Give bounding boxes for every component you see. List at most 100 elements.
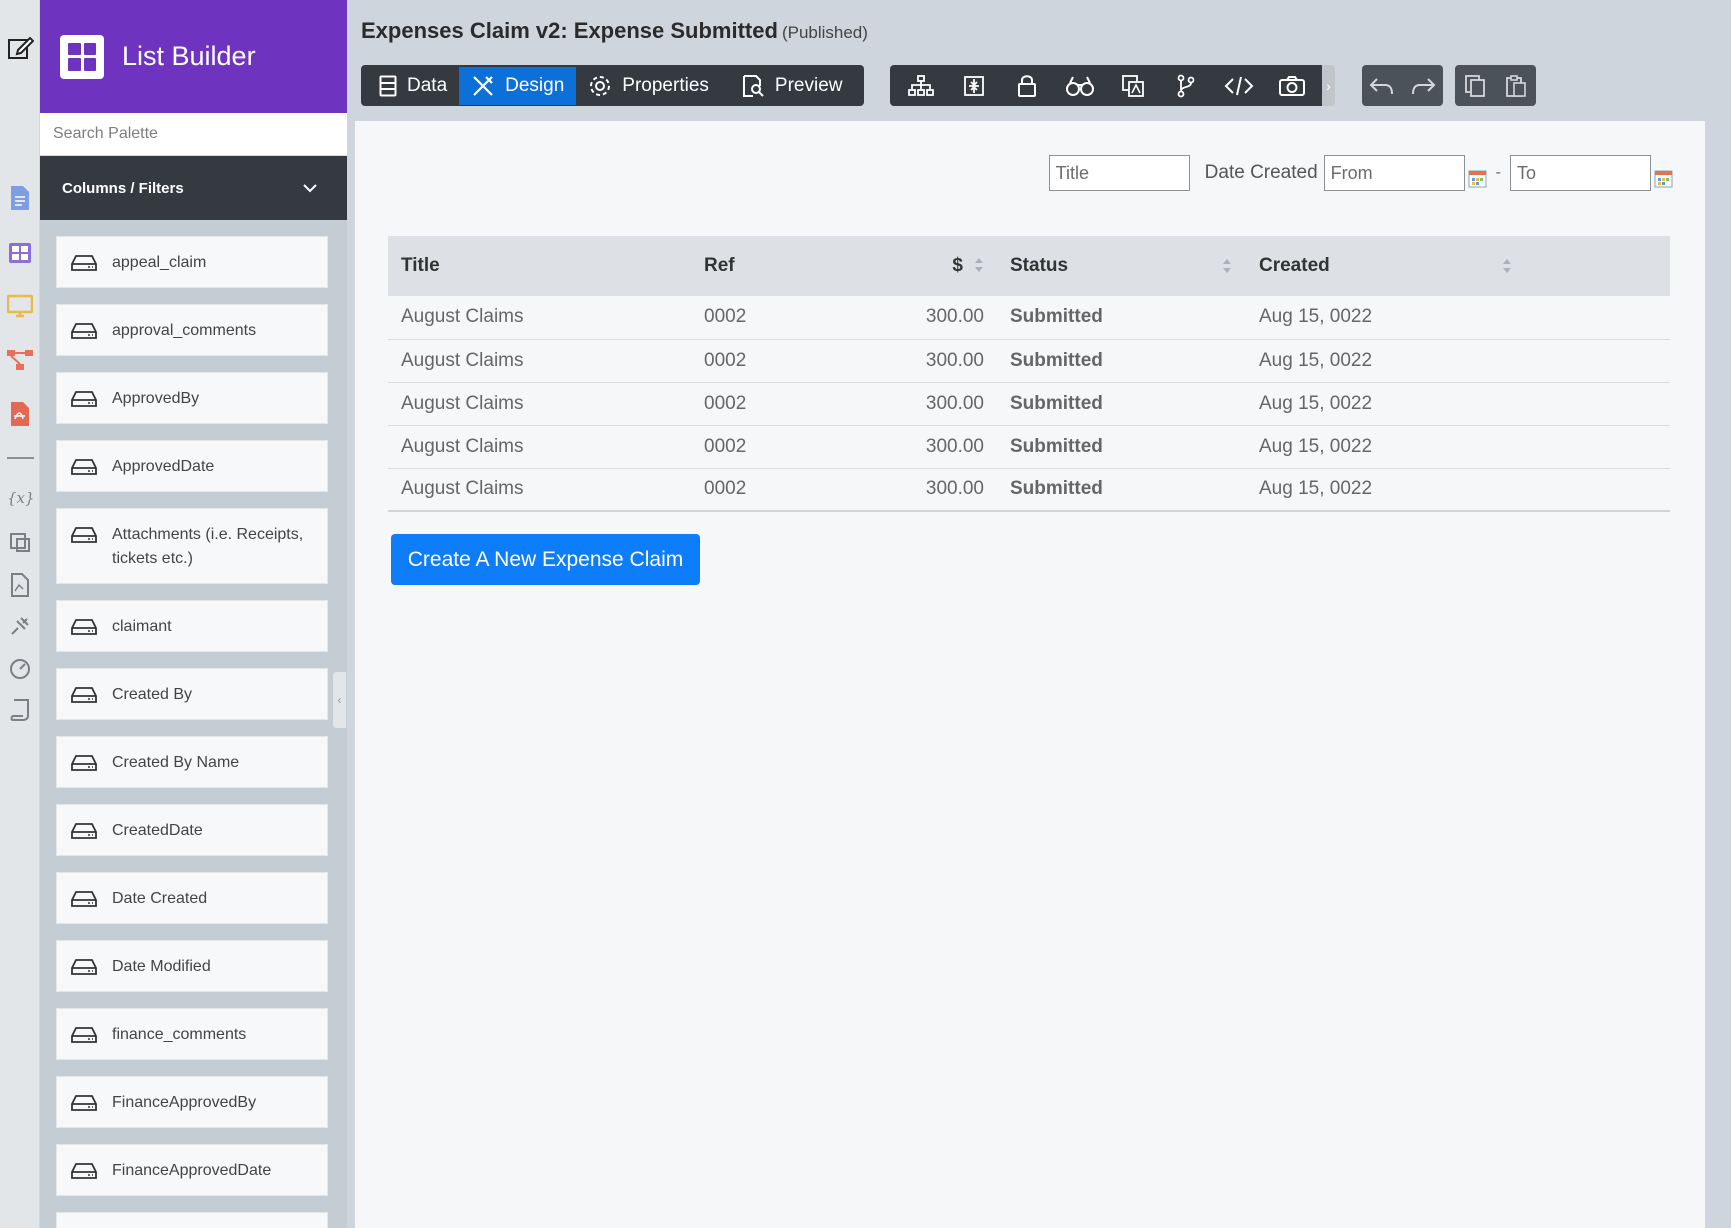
table-row[interactable]: August Claims 0002 300.00 Submitted Aug … xyxy=(388,296,1670,340)
title-filter-input[interactable] xyxy=(1048,155,1190,191)
palette-item-label: ApprovedBy xyxy=(112,390,200,407)
table-row[interactable]: August Claims 0002 300.00 Submitted Aug … xyxy=(388,468,1670,512)
chevron-right-icon[interactable]: › xyxy=(1322,65,1335,106)
palette-search-input[interactable] xyxy=(53,125,313,143)
grid-icon[interactable] xyxy=(6,239,34,267)
pdf-icon[interactable] xyxy=(6,400,34,428)
cell-ref: 0002 xyxy=(691,339,856,383)
binoculars-icon[interactable] xyxy=(1062,68,1098,104)
palette-item[interactable]: Created By xyxy=(56,668,328,720)
palette-item[interactable]: Attachments (i.e. Receipts, tickets etc.… xyxy=(56,508,328,584)
palette-item[interactable]: ID xyxy=(56,1212,328,1228)
palette-item[interactable]: FinanceApprovedDate xyxy=(56,1144,328,1196)
date-from-input[interactable] xyxy=(1323,155,1465,191)
table-row[interactable]: August Claims 0002 300.00 Submitted Aug … xyxy=(388,339,1670,383)
calendar-icon[interactable] xyxy=(1654,169,1673,188)
palette-item[interactable]: Date Created xyxy=(56,872,328,924)
column-header-amount[interactable]: $ xyxy=(856,236,997,296)
tab-label: Preview xyxy=(774,74,843,96)
rail-divider xyxy=(7,457,34,459)
image-translate-icon[interactable] xyxy=(6,528,34,556)
branch-icon[interactable] xyxy=(1168,68,1204,104)
field-drive-icon xyxy=(71,455,101,479)
columns-filters-section[interactable]: Columns / Filters xyxy=(40,156,347,220)
palette-item[interactable]: CreatedDate xyxy=(56,804,328,856)
table-row[interactable]: August Claims 0002 300.00 Submitted Aug … xyxy=(388,425,1670,469)
palette-item[interactable]: Created By Name xyxy=(56,736,328,788)
plugin-icon[interactable] xyxy=(6,612,34,640)
palette-item[interactable]: ApprovedBy xyxy=(56,372,328,424)
palette-item[interactable]: FinanceApprovedBy xyxy=(56,1076,328,1128)
copy-icon[interactable] xyxy=(1457,68,1493,104)
table-row[interactable]: August Claims 0002 300.00 Submitted Aug … xyxy=(388,382,1670,426)
chevron-left-icon: ‹ xyxy=(337,693,342,707)
code-icon[interactable] xyxy=(1221,68,1257,104)
palette-item[interactable]: Date Modified xyxy=(56,940,328,992)
hierarchy-icon[interactable] xyxy=(903,68,939,104)
translate-icon[interactable] xyxy=(1115,68,1151,104)
edit-icon[interactable] xyxy=(6,34,34,62)
monitor-icon[interactable] xyxy=(6,292,34,320)
palette-item[interactable]: finance_comments xyxy=(56,1008,328,1060)
tab-design[interactable]: Design xyxy=(459,66,577,105)
cell-amount: 300.00 xyxy=(856,425,997,469)
status-badge: Submitted xyxy=(997,382,1246,426)
palette-item-label: Date Created xyxy=(112,890,208,907)
palette-item[interactable]: approval_comments xyxy=(56,304,328,356)
date-to-input[interactable] xyxy=(1510,155,1651,191)
undo-icon[interactable] xyxy=(1364,68,1400,104)
column-header-title[interactable]: Title xyxy=(388,236,691,296)
calendar-icon[interactable] xyxy=(1468,169,1487,188)
cell-ref: 0002 xyxy=(691,296,856,340)
tab-preview[interactable]: Preview xyxy=(721,67,855,105)
camera-icon[interactable] xyxy=(1274,68,1310,104)
compress-icon[interactable] xyxy=(956,68,992,104)
redo-icon[interactable] xyxy=(1405,68,1441,104)
column-header-created[interactable]: Created xyxy=(1246,236,1670,296)
document-icon[interactable] xyxy=(6,184,34,212)
cell-amount: 300.00 xyxy=(856,296,997,340)
palette-header: List Builder xyxy=(40,0,347,113)
cell-created: Aug 15, 0022 xyxy=(1246,339,1670,383)
preview-search-icon xyxy=(741,74,765,98)
status-badge: Submitted xyxy=(997,296,1246,340)
sort-icon[interactable] xyxy=(1223,259,1232,273)
column-header-ref[interactable]: Ref xyxy=(691,236,856,296)
tab-label: Data xyxy=(407,74,448,96)
script-icon[interactable] xyxy=(6,696,34,724)
variable-icon[interactable]: {x} xyxy=(6,484,34,512)
palette-item[interactable]: appeal_claim xyxy=(56,236,328,288)
icon-rail: {x} xyxy=(0,0,40,1228)
designer-header: Expenses Claim v2: Expense Submitted (Pub… xyxy=(347,0,1731,118)
palette-item-label: claimant xyxy=(112,618,172,635)
field-drive-icon xyxy=(71,1023,101,1047)
gauge-icon[interactable] xyxy=(6,654,34,682)
column-header-status[interactable]: Status xyxy=(997,236,1246,296)
field-drive-icon xyxy=(71,1091,101,1115)
claims-table: Title Ref $ Status Created August Claims… xyxy=(388,236,1670,512)
sort-icon[interactable] xyxy=(975,257,984,272)
form-title: Expenses Claim v2: Expense Submitted xyxy=(361,18,778,43)
collapse-palette-handle[interactable]: ‹ xyxy=(333,672,346,728)
paste-icon[interactable] xyxy=(1498,68,1534,104)
palette-item[interactable]: ApprovedDate xyxy=(56,440,328,492)
palette-item-label: finance_comments xyxy=(112,1026,247,1043)
field-drive-icon xyxy=(71,523,101,547)
field-drive-icon xyxy=(71,615,101,639)
field-drive-icon xyxy=(71,819,101,843)
palette-item[interactable]: claimant xyxy=(56,600,328,652)
sort-icon[interactable] xyxy=(1503,259,1512,273)
design-tools-icon xyxy=(471,74,495,98)
field-drive-icon xyxy=(71,683,101,707)
tab-properties[interactable]: Properties xyxy=(576,67,721,105)
lock-icon[interactable] xyxy=(1009,68,1045,104)
undo-redo-group xyxy=(1362,65,1443,106)
report-icon[interactable] xyxy=(6,571,34,599)
create-expense-claim-button[interactable]: Create A New Expense Claim xyxy=(391,534,700,585)
database-icon xyxy=(379,75,397,97)
workflow-icon[interactable] xyxy=(6,346,34,374)
cell-amount: 300.00 xyxy=(856,468,997,512)
tab-data[interactable]: Data xyxy=(367,67,459,105)
cell-ref: 0002 xyxy=(691,425,856,469)
field-drive-icon xyxy=(71,751,101,775)
